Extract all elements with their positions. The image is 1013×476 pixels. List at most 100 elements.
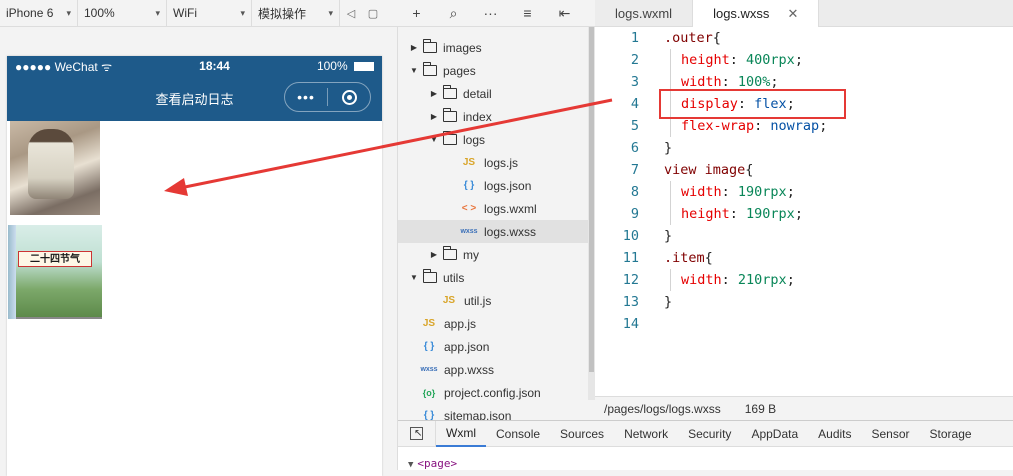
code-token: .outer [664, 30, 713, 46]
caret-right-icon[interactable]: ▶ [428, 112, 440, 121]
scrollbar-thumb[interactable] [589, 27, 594, 372]
code-line: 6} [595, 137, 1013, 159]
file-tree-scrollbar[interactable] [588, 27, 595, 400]
file-tree-item-label: images [443, 40, 482, 55]
file-tree-item-label: pages [443, 63, 476, 78]
phone-status-bar: ●●●●● WeChat ᯤ 18:44 100% [7, 56, 382, 76]
file-tree-item[interactable]: JS util.js [398, 289, 588, 312]
close-miniprogram-button[interactable] [328, 89, 370, 105]
file-tree-item[interactable]: < > logs.wxml [398, 197, 588, 220]
line-number: 8 [630, 184, 639, 200]
file-tree-toolbar: + ⌕ ··· ≡ ⇤ [398, 0, 595, 27]
file-tree-item-label: sitemap.json [444, 408, 512, 421]
code-text: } [664, 291, 672, 313]
wxml-root-node[interactable]: <page> [417, 457, 457, 470]
caret-down-icon[interactable]: ▼ [408, 273, 420, 282]
caret-right-icon[interactable]: ▶ [428, 89, 440, 98]
nav-title: 查看启动日志 [155, 92, 234, 107]
tab-sensor[interactable]: Sensor [862, 421, 920, 447]
code-token: width [681, 74, 722, 90]
book-title: 二十四节气 [18, 251, 92, 267]
file-tree-item[interactable]: { } sitemap.json [398, 404, 588, 421]
file-tree-item[interactable]: ▶ index [398, 105, 588, 128]
battery-icon [354, 62, 374, 72]
battery-text: 100% [316, 59, 348, 73]
file-tree-item[interactable]: ▶ detail [398, 82, 588, 105]
tab-appdata[interactable]: AppData [741, 421, 808, 447]
indent-guide [670, 181, 671, 225]
tab-storage[interactable]: Storage [920, 421, 982, 447]
file-tree-item[interactable]: wxss app.wxss [398, 358, 588, 381]
add-file-icon[interactable]: + [398, 0, 435, 27]
target-icon [341, 89, 357, 105]
zoom-select[interactable]: 100% ▾ [78, 0, 167, 27]
network-select-value: WiFi [173, 6, 197, 20]
code-text: width: 190rpx; [681, 181, 795, 203]
file-tree-item[interactable]: { } logs.json [398, 174, 588, 197]
folder-icon [443, 85, 457, 99]
code-token: : [721, 74, 738, 90]
file-tree-item[interactable]: JS app.js [398, 312, 588, 335]
collapse-panel-icon[interactable]: ⇤ [546, 0, 583, 27]
tab-wxml[interactable]: Wxml [436, 421, 486, 447]
close-icon[interactable]: ✕ [787, 6, 798, 22]
device-select[interactable]: iPhone 6 ▾ [0, 0, 78, 27]
network-select[interactable]: WiFi ▾ [167, 0, 252, 27]
code-token: : [721, 184, 738, 200]
caret-right-icon[interactable]: ▶ [428, 250, 440, 259]
tab-logs-wxml[interactable]: logs.wxml [595, 0, 694, 27]
battery-label: 100% [317, 59, 374, 73]
caret-right-icon[interactable]: ▶ [408, 43, 420, 52]
js-file-icon: JS [422, 318, 436, 329]
code-token: ; [794, 52, 803, 68]
file-tree-item-label: logs [463, 132, 486, 147]
operation-select[interactable]: 模拟操作 ▾ [252, 0, 340, 27]
photo-woman [10, 121, 100, 215]
devtools-wxml-panel: ▼ <page> [398, 447, 1013, 470]
tab-sources[interactable]: Sources [550, 421, 614, 447]
caret-down-icon[interactable]: ▼ [428, 135, 440, 144]
file-tree-item[interactable]: ▼ pages [398, 59, 588, 82]
expand-triangle-icon[interactable]: ▼ [408, 460, 413, 470]
file-tree-item-label: logs.json [484, 178, 532, 193]
wxss-file-icon: wxss [420, 366, 438, 373]
sort-icon[interactable]: ≡ [509, 0, 546, 27]
file-tree-item[interactable]: ▼ utils [398, 266, 588, 289]
tab-network[interactable]: Network [614, 421, 678, 447]
file-tree-item-label: app.json [444, 339, 490, 354]
tab-console[interactable]: Console [486, 421, 550, 447]
file-tree-item[interactable]: {o} project.config.json [398, 381, 588, 404]
fullscreen-icon[interactable]: ▢ [362, 0, 384, 27]
code-line: 7 view image{ [595, 159, 1013, 181]
code-token: } [664, 294, 673, 310]
code-line: 13} [595, 291, 1013, 313]
line-number: 2 [630, 52, 639, 68]
more-icon[interactable]: ••• [285, 89, 327, 105]
code-token: flex-wrap [681, 118, 755, 134]
book-spine [8, 225, 16, 319]
tab-logs-wxss[interactable]: logs.wxss ✕ [693, 0, 820, 27]
more-icon[interactable]: ··· [472, 0, 509, 27]
phone-screen: ●●●●● WeChat ᯤ 18:44 100% 查看启动日志 ••• 二十四… [7, 56, 382, 476]
code-editor[interactable]: 1 .outer{2 height: 400rpx; 3 width: 100%; 4 di… [595, 27, 1013, 396]
chevron-down-icon: ▾ [155, 7, 160, 18]
file-path: /pages/logs/logs.wxss [604, 401, 721, 416]
file-tree-item[interactable]: ▶ images [398, 36, 588, 59]
search-icon[interactable]: ⌕ [435, 0, 472, 27]
js-file-icon: JS [462, 157, 476, 168]
devtools-tabs: WxmlConsoleSourcesNetworkSecurityAppData… [398, 420, 1013, 447]
caret-down-icon[interactable]: ▼ [408, 66, 420, 75]
inspect-element-icon[interactable] [398, 420, 436, 447]
tab-audits[interactable]: Audits [808, 421, 861, 447]
file-tree-item[interactable]: ▶ my [398, 243, 588, 266]
code-token: .item [664, 250, 705, 266]
file-tree-item[interactable]: ▼ logs [398, 128, 588, 151]
volume-icon[interactable]: ◁ [340, 0, 362, 27]
file-tree-item[interactable]: { } app.json [398, 335, 588, 358]
tab-security[interactable]: Security [678, 421, 741, 447]
file-tree-item[interactable]: wxss logs.wxss [398, 220, 588, 243]
file-tree-item[interactable]: JS logs.js [398, 151, 588, 174]
file-tree-item-label: my [463, 247, 479, 262]
simulator-toolbar: iPhone 6 ▾ 100% ▾ WiFi ▾ 模拟操作 ▾ ◁ ▢ [0, 0, 398, 27]
code-token: { [704, 250, 713, 266]
